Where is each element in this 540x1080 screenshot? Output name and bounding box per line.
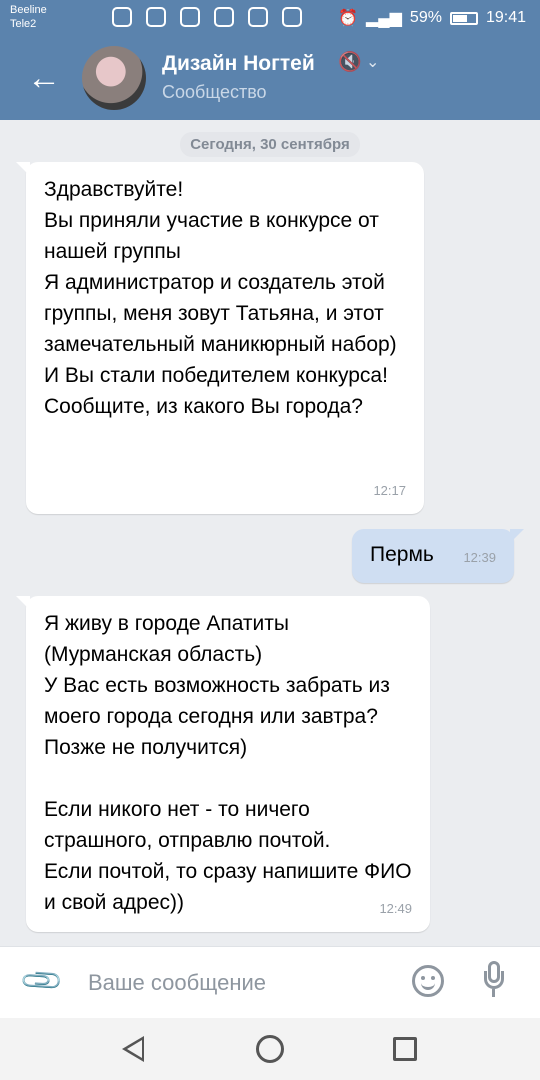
music-icon (180, 7, 200, 27)
system-nav-bar (0, 1018, 540, 1080)
paperclip-icon[interactable]: 📎 (17, 956, 68, 1007)
battery-percent: 59% (409, 9, 442, 26)
image-icon (282, 7, 302, 27)
microphone-icon[interactable] (484, 961, 504, 1001)
bubble-tail (16, 596, 30, 610)
carrier-1: Beeline (10, 4, 47, 16)
alarm-icon: ⏰ (338, 10, 358, 27)
carrier-2: Tele2 (10, 18, 37, 30)
back-arrow-icon[interactable]: ← (24, 56, 64, 100)
chat-subtitle: Сообщество (162, 82, 267, 102)
message-time: 12:17 (373, 483, 406, 498)
nav-home-icon[interactable] (256, 1035, 284, 1063)
message-input[interactable] (86, 965, 390, 1001)
message-time: 12:49 (379, 901, 412, 916)
mic-stand (484, 971, 504, 989)
message-text: Я живу в городе Апатиты (Мурманская обла… (44, 612, 412, 914)
instagram-icon (146, 7, 166, 27)
date-label: Сегодня, 30 сентября (180, 132, 360, 157)
community-avatar[interactable] (82, 46, 146, 110)
emoji-icon[interactable] (412, 965, 444, 997)
user-app-icon (214, 7, 234, 27)
message-text: Здравствуйте! Вы приняли участие в конку… (44, 178, 397, 418)
date-separator: Сегодня, 30 сентября (0, 132, 540, 157)
message-composer: 📎 (0, 946, 540, 1019)
status-bar: Beeline Tele2 ⏰ ▂▄▆ 59% 19:41 (0, 0, 540, 36)
mute-icon: 🔇 (338, 52, 362, 73)
bubble-tail (510, 529, 524, 543)
status-right: ⏰ ▂▄▆ 59% 19:41 (338, 8, 526, 28)
message-time: 12:39 (463, 550, 496, 565)
battery-icon (449, 11, 478, 25)
signal-icon: ▂▄▆ (365, 10, 402, 27)
chevron-down-icon[interactable]: ⌄ (366, 52, 379, 72)
message-bubble-outgoing[interactable]: Пермь 12:39 (352, 529, 524, 583)
chat-header: ← Дизайн Ногтей 🔇 ⌄ Сообщество (0, 36, 540, 120)
nav-back-icon[interactable] (122, 1036, 144, 1062)
notification-icons (112, 7, 302, 27)
carrier-names: Beeline Tele2 (10, 3, 47, 31)
instagram-icon (248, 7, 268, 27)
nav-recents-icon[interactable] (393, 1037, 417, 1061)
clock: 19:41 (485, 9, 526, 26)
mic-stem (492, 989, 495, 997)
missed-call-icon (112, 7, 132, 27)
bubble-tail (16, 162, 30, 176)
chat-title[interactable]: Дизайн Ногтей (162, 52, 315, 76)
message-bubble-incoming[interactable]: Здравствуйте! Вы приняли участие в конку… (16, 162, 424, 514)
message-bubble-incoming[interactable]: Я живу в городе Апатиты (Мурманская обла… (16, 596, 430, 932)
